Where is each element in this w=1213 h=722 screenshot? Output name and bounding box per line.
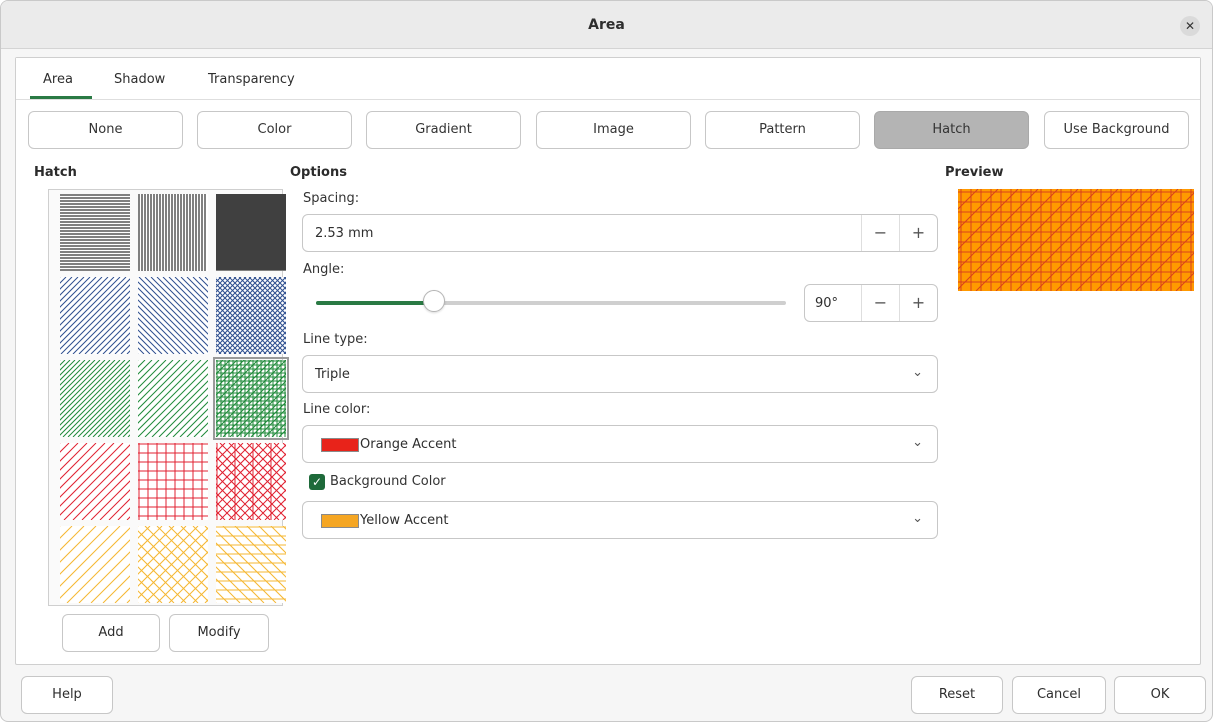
add-button[interactable]: Add bbox=[62, 614, 160, 652]
fill-none-button[interactable]: None bbox=[28, 111, 183, 149]
hatch-diagonal-cross-swatch[interactable] bbox=[138, 276, 362, 355]
angle-stepper[interactable]: 90° − + bbox=[804, 284, 938, 322]
hatch-list[interactable] bbox=[1, 189, 362, 606]
background-color-value: Yellow Accent bbox=[360, 513, 449, 528]
angle-value[interactable]: 90° bbox=[815, 296, 838, 311]
fill-pattern-button[interactable]: Pattern bbox=[705, 111, 860, 149]
spacing-decrement-button[interactable]: − bbox=[861, 215, 899, 251]
angle-increment-button[interactable]: + bbox=[899, 285, 937, 321]
line-type-value: Triple bbox=[315, 367, 350, 382]
hatch-crosshatch-swatch[interactable] bbox=[216, 194, 286, 271]
line-color-swatch bbox=[321, 438, 359, 452]
hatch-diagonal-swatch[interactable] bbox=[1, 276, 205, 355]
modify-button[interactable]: Modify bbox=[169, 614, 269, 652]
angle-label: Angle: bbox=[303, 262, 345, 277]
tab-shadow[interactable]: Shadow bbox=[114, 72, 165, 87]
angle-slider-handle[interactable] bbox=[422, 290, 445, 312]
chevron-down-icon: ⌄ bbox=[912, 435, 923, 450]
background-color-swatch bbox=[321, 514, 359, 528]
help-button[interactable]: Help bbox=[21, 676, 113, 714]
line-type-label: Line type: bbox=[303, 332, 368, 347]
spacing-increment-button[interactable]: + bbox=[899, 215, 937, 251]
options-section-title: Options bbox=[290, 165, 347, 180]
ok-button[interactable]: OK bbox=[1114, 676, 1206, 714]
fill-color-button[interactable]: Color bbox=[197, 111, 352, 149]
hatch-diagonal-cross-swatch[interactable] bbox=[138, 442, 361, 521]
preview-section-title: Preview bbox=[945, 165, 1004, 180]
angle-decrement-button[interactable]: − bbox=[861, 285, 899, 321]
angle-slider-track[interactable] bbox=[316, 301, 786, 305]
hatch-diagonal-swatch[interactable] bbox=[1, 442, 205, 521]
line-color-value: Orange Accent bbox=[360, 437, 457, 452]
hatch-diagonal-swatch[interactable] bbox=[1, 525, 205, 604]
line-type-dropdown[interactable]: Triple ⌄ bbox=[302, 355, 938, 393]
hatch-grid-swatch[interactable] bbox=[138, 443, 208, 520]
background-color-checkbox[interactable]: ✓ bbox=[309, 474, 325, 490]
angle-slider-fill bbox=[316, 301, 434, 305]
background-color-label[interactable]: Background Color bbox=[330, 474, 446, 489]
fill-use-background-button[interactable]: Use Background bbox=[1044, 111, 1189, 149]
reset-button[interactable]: Reset bbox=[911, 676, 1003, 714]
close-icon[interactable]: ✕ bbox=[1180, 16, 1200, 36]
hatch-diagonal-reverse-swatch[interactable] bbox=[60, 276, 283, 355]
hatch-section-title: Hatch bbox=[34, 165, 77, 180]
fill-image-button[interactable]: Image bbox=[536, 111, 691, 149]
line-color-label: Line color: bbox=[303, 402, 371, 417]
spacing-stepper[interactable]: 2.53 mm − + bbox=[302, 214, 938, 252]
tab-transparency[interactable]: Transparency bbox=[208, 72, 295, 87]
spacing-label: Spacing: bbox=[303, 191, 360, 206]
tab-bar: Area Shadow Transparency bbox=[16, 58, 1200, 100]
dialog-title: Area bbox=[588, 17, 625, 33]
hatch-horizontal-swatch[interactable] bbox=[60, 194, 130, 271]
chevron-down-icon: ⌄ bbox=[912, 511, 923, 526]
line-color-dropdown[interactable]: Orange Accent ⌄ bbox=[302, 425, 938, 463]
hatch-grid-diagonal-swatch[interactable] bbox=[138, 525, 361, 604]
title-bar: Area ✕ bbox=[1, 1, 1212, 49]
tab-area[interactable]: Area bbox=[43, 72, 73, 87]
fill-hatch-button[interactable]: Hatch bbox=[874, 111, 1029, 149]
hatch-crosshatch-double-swatch[interactable] bbox=[138, 357, 357, 440]
hatch-diagonal-swatch[interactable] bbox=[1, 359, 206, 438]
hatch-diagonal-swatch[interactable] bbox=[60, 359, 279, 438]
chevron-down-icon: ⌄ bbox=[912, 365, 923, 380]
hatch-preview bbox=[958, 189, 1194, 291]
hatch-vertical-swatch[interactable] bbox=[138, 194, 208, 271]
hatch-diagonal-cross-swatch[interactable] bbox=[60, 525, 283, 604]
active-tab-indicator bbox=[30, 96, 92, 99]
tab-panel: Area Shadow Transparency None Color Grad… bbox=[1, 57, 1201, 665]
spacing-value[interactable]: 2.53 mm bbox=[315, 226, 373, 241]
background-color-dropdown[interactable]: Yellow Accent ⌄ bbox=[302, 501, 938, 539]
fill-gradient-button[interactable]: Gradient bbox=[366, 111, 521, 149]
cancel-button[interactable]: Cancel bbox=[1012, 676, 1106, 714]
area-dialog: Area ✕ Area Shadow Transparency None Col… bbox=[0, 0, 1213, 722]
